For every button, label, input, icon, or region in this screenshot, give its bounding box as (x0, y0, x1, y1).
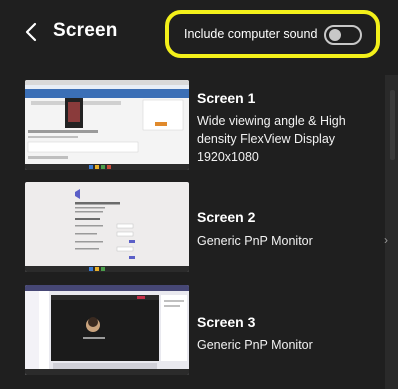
screen-2-thumbnail (25, 182, 189, 272)
screen-3-description: Generic PnP Monitor (197, 338, 313, 352)
toggle-knob (329, 29, 341, 41)
screen-3-thumbnail (25, 285, 189, 375)
screen-2-name: Screen 2 (197, 209, 256, 225)
screen-1-thumbnail (25, 80, 189, 170)
screen-1-description: Wide viewing angle & High density FlexVi… (197, 114, 346, 164)
scrollbar-thumb[interactable] (390, 90, 395, 160)
screen-option-1[interactable]: Screen 1 Wide viewing angle & High densi… (20, 80, 385, 180)
screen-option-3[interactable]: Screen 3 Generic PnP Monitor (20, 285, 385, 385)
screen-share-header: Screen Include computer sound (0, 0, 398, 70)
screen-1-name: Screen 1 (197, 90, 256, 106)
back-button[interactable] (20, 18, 44, 46)
screen-option-2[interactable]: Screen 2 Generic PnP Monitor (20, 182, 385, 282)
computer-sound-label: Include computer sound (184, 27, 318, 41)
page-title: Screen (53, 20, 118, 41)
chevron-left-icon (25, 22, 37, 42)
computer-sound-toggle[interactable] (324, 25, 362, 45)
screen-2-description: Generic PnP Monitor (197, 234, 313, 248)
screen-3-name: Screen 3 (197, 314, 256, 330)
